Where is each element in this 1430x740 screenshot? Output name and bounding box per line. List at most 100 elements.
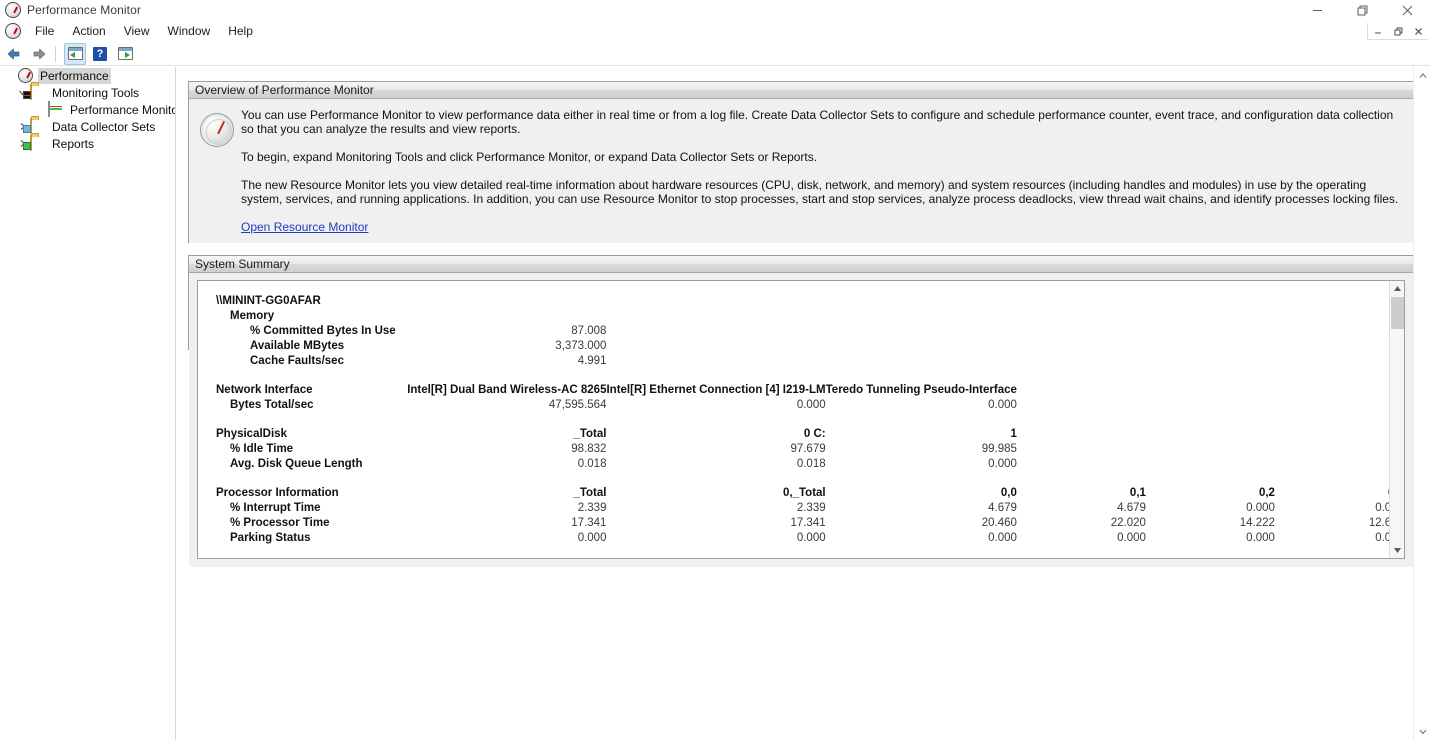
- column-header: 0,_Total: [783, 487, 826, 499]
- counter-value: 0.018: [577, 458, 607, 470]
- menu-window[interactable]: Window: [159, 21, 220, 41]
- content-scroll-up-button[interactable]: [1414, 67, 1430, 84]
- counter-value: 12.662: [1368, 517, 1404, 529]
- system-summary-report: \\MININT-GG0AFAR Memory % Committed Byte…: [197, 280, 1405, 559]
- overview-paragraph-3: The new Resource Monitor lets you view d…: [241, 178, 1399, 206]
- column-header: 0,2: [1258, 487, 1275, 499]
- counter-value: 0.000: [1246, 502, 1275, 514]
- counter-value: 4.679: [1117, 502, 1146, 514]
- chart-icon: [48, 100, 64, 118]
- counter-value: 17.341: [571, 517, 607, 529]
- table-row: Processor Information _Total 0,_Total 0,…: [198, 487, 1404, 502]
- title-bar: Performance Monitor: [0, 0, 1430, 20]
- content-scrollbar[interactable]: [1413, 67, 1430, 740]
- column-header: Teredo Tunneling Pseudo-Interface: [825, 384, 1017, 396]
- system-summary-panel-title: System Summary: [189, 256, 1413, 273]
- toolbar-separator: [55, 45, 56, 62]
- counter-value: 17.341: [790, 517, 826, 529]
- arrow-left-icon: [7, 48, 20, 59]
- counter-value: 0.000: [1275, 502, 1404, 517]
- minimize-button[interactable]: [1295, 0, 1340, 20]
- mdi-restore-button[interactable]: [1388, 23, 1408, 39]
- toolbar: ?: [0, 42, 1430, 66]
- table-row: Cache Faults/sec 4.991: [198, 355, 1404, 370]
- table-spacer-row: [198, 370, 1404, 384]
- table-row: Avg. Disk Queue Length 0.018 0.018 0.000: [198, 458, 1404, 473]
- counter-value: 0.000: [796, 399, 826, 411]
- scroll-down-button[interactable]: [1390, 543, 1404, 558]
- table-row: % Idle Time 98.832 97.679 99.985: [198, 443, 1404, 458]
- folder-chart-icon: [23, 83, 46, 101]
- performance-gauge-icon: [200, 113, 234, 147]
- menu-view[interactable]: View: [115, 21, 159, 41]
- table-row: % Committed Bytes In Use 87.008: [198, 325, 1404, 340]
- table-row: PhysicalDisk _Total 0 C: 1: [198, 428, 1404, 443]
- scroll-up-button[interactable]: [1390, 281, 1404, 296]
- system-summary-panel: System Summary \\MININT-GG0AFAR Memory %…: [188, 255, 1414, 567]
- table-row: Available MBytes 3,373.000: [198, 340, 1404, 355]
- show-hide-console-tree-button[interactable]: [64, 42, 86, 65]
- table-row: Memory: [198, 310, 1404, 325]
- content-scroll-down-button[interactable]: [1414, 723, 1430, 740]
- counter-value: 0.000: [1275, 532, 1404, 547]
- window-title: Performance Monitor: [27, 3, 141, 17]
- mdi-close-button[interactable]: [1408, 23, 1428, 39]
- folder-green-icon: [23, 134, 46, 152]
- open-resource-monitor-link[interactable]: Open Resource Monitor: [241, 220, 368, 234]
- column-header: Intel[R] Ethernet Connection [4] I219-LM: [606, 384, 826, 396]
- column-header: Intel[R] Dual Band Wireless-AC 8265: [407, 384, 607, 396]
- menu-help[interactable]: Help: [219, 21, 262, 41]
- summary-scrollbar[interactable]: [1389, 281, 1404, 558]
- system-summary-table: \\MININT-GG0AFAR Memory % Committed Byte…: [198, 295, 1404, 547]
- counter-value: 4.991: [577, 355, 607, 367]
- menu-file[interactable]: File: [26, 21, 63, 41]
- tree-node-performance[interactable]: Performance: [0, 67, 175, 84]
- section-name-memory: Memory: [230, 310, 275, 322]
- counter-value: 2.339: [796, 502, 826, 514]
- main-content-pane: Overview of Performance Monitor You can …: [177, 67, 1430, 740]
- counter-label: % Idle Time: [230, 443, 294, 455]
- tree-node-reports[interactable]: Reports: [0, 134, 175, 152]
- tree-node-data-collector-sets[interactable]: Data Collector Sets: [0, 117, 175, 135]
- twisty-none: [2, 68, 18, 84]
- counter-label: % Processor Time: [230, 517, 330, 529]
- column-header: 0,3: [1275, 487, 1404, 502]
- help-button[interactable]: ?: [89, 43, 111, 65]
- action-pane-icon: [117, 47, 133, 60]
- mdi-minimize-button[interactable]: [1368, 23, 1388, 39]
- counter-value: 20.460: [981, 517, 1017, 529]
- close-button[interactable]: [1385, 0, 1430, 20]
- tree-label-data-collector-sets: Data Collector Sets: [52, 119, 156, 134]
- column-header: _Total: [573, 428, 607, 440]
- counter-value: 47,595.564: [548, 399, 607, 411]
- counter-value: 99.985: [981, 443, 1017, 455]
- tree-node-monitoring-tools[interactable]: Monitoring Tools: [0, 83, 175, 101]
- system-summary-panel-body: \\MININT-GG0AFAR Memory % Committed Byte…: [189, 273, 1413, 567]
- overview-paragraph-2: To begin, expand Monitoring Tools and cl…: [241, 150, 818, 164]
- arrow-right-icon: [33, 48, 46, 59]
- show-hide-action-pane-button[interactable]: [114, 43, 136, 65]
- scrollbar-thumb[interactable]: [1391, 297, 1404, 329]
- counter-value: 0.000: [577, 532, 607, 544]
- menu-bar: File Action View Window Help: [0, 20, 1430, 42]
- column-header: 0,1: [1129, 487, 1146, 499]
- tree-node-performance-monitor[interactable]: Performance Monitor: [0, 100, 175, 118]
- overview-text: You can use Performance Monitor to view …: [241, 108, 1399, 234]
- restore-button[interactable]: [1340, 0, 1385, 20]
- table-spacer-row: [198, 473, 1404, 487]
- mdi-window-controls: [1367, 23, 1428, 40]
- counter-value: 0.000: [1246, 532, 1275, 544]
- counter-value: 0.000: [988, 532, 1017, 544]
- column-header: 1: [1010, 428, 1017, 440]
- table-row: \\MININT-GG0AFAR: [198, 295, 1404, 310]
- table-spacer-row: [198, 414, 1404, 428]
- tree-label-reports: Reports: [52, 136, 95, 151]
- menu-action[interactable]: Action: [63, 21, 114, 41]
- counter-label: % Interrupt Time: [230, 502, 321, 514]
- counter-value: 3,373.000: [555, 340, 607, 352]
- back-button[interactable]: [3, 43, 25, 65]
- section-name-network-interface: Network Interface: [216, 384, 313, 396]
- forward-button[interactable]: [28, 43, 50, 65]
- column-header: _Total: [573, 487, 607, 499]
- console-tree: Performance Monitoring Tools Performance…: [0, 67, 176, 740]
